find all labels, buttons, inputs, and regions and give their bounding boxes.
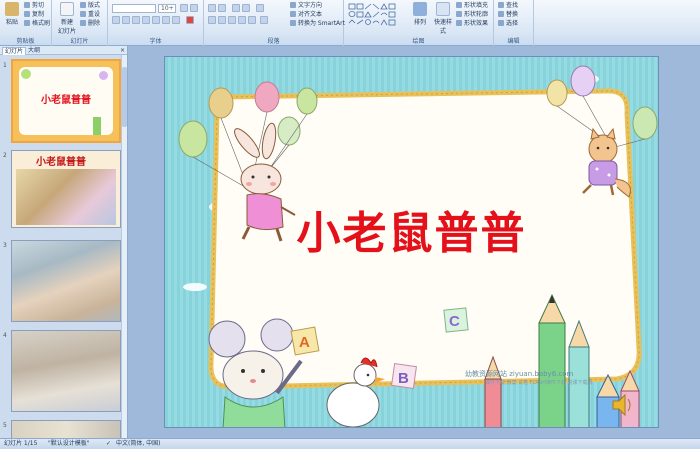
select-button[interactable]: 选择 xyxy=(498,20,518,28)
new-slide-icon xyxy=(60,2,74,16)
thumb-title: 小老鼠普普 xyxy=(36,157,86,168)
slide-thumbnail-2[interactable]: 小老鼠普普 xyxy=(11,150,121,228)
slide-canvas[interactable]: A B C 小老鼠普普 幼教资源网站 ziyuan.baby6.com 课件下载… xyxy=(164,56,659,428)
scrollbar-thumb[interactable] xyxy=(122,67,127,127)
shape-fill-button[interactable]: 形状填充 xyxy=(456,2,488,10)
font-family-select[interactable] xyxy=(112,4,156,13)
letter-block-b: B xyxy=(398,370,409,387)
arrange-button[interactable]: 排列 xyxy=(410,2,430,26)
font-size-select[interactable]: 10+ xyxy=(158,4,176,13)
columns-icon[interactable] xyxy=(260,16,268,24)
align-text-button[interactable]: 对齐文本 xyxy=(290,11,322,19)
find-button[interactable]: 查找 xyxy=(498,2,518,10)
watermark-subtext: 课件下载 教案 试卷 FLASH课件下载 说课下载网 xyxy=(485,380,593,386)
slide-workspace: A B C 小老鼠普普 幼教资源网站 ziyuan.baby6.com 课件下载… xyxy=(129,46,700,438)
letter-block-c: C xyxy=(449,313,460,330)
clipboard-group: 粘贴 剪切 复制 格式刷 剪贴板 xyxy=(0,0,52,46)
grow-font-icon[interactable] xyxy=(180,4,188,12)
drawing-label: 绘图 xyxy=(412,38,425,45)
paragraph-group: 文字方向 对齐文本 转换为 SmartArt 段落 xyxy=(204,0,345,46)
case-icon[interactable] xyxy=(172,16,180,24)
format-painter-button[interactable]: 格式刷 xyxy=(24,20,50,28)
drawing-group: 排列 快速样式 形状填充 形状轮廓 形状效果 绘图 xyxy=(344,0,494,46)
language-indicator: 中文(简体, 中国) xyxy=(116,440,161,447)
align-right-icon[interactable] xyxy=(228,16,236,24)
reset-button[interactable]: 重设 xyxy=(80,11,100,19)
shape-effects-button[interactable]: 形状效果 xyxy=(456,20,488,28)
font-color-icon[interactable] xyxy=(186,16,194,24)
letter-block-a: A xyxy=(299,334,310,351)
shrink-font-icon[interactable] xyxy=(190,4,198,12)
slide-count: 幻灯片 1/15 xyxy=(4,440,38,447)
shapes-gallery[interactable] xyxy=(348,3,404,29)
editing-group: 查找 替换 选择 编辑 xyxy=(494,0,534,46)
strikethrough-icon[interactable] xyxy=(142,16,150,24)
clipboard-label: 剪贴板 xyxy=(16,38,35,45)
line-spacing-icon[interactable] xyxy=(256,4,264,12)
arrange-icon xyxy=(413,2,427,16)
font-label: 字体 xyxy=(149,38,162,45)
font-group: 10+ 字体 xyxy=(108,0,204,46)
tab-outline[interactable]: 大纲 xyxy=(26,47,42,55)
increase-indent-icon[interactable] xyxy=(242,4,250,12)
underline-icon[interactable] xyxy=(132,16,140,24)
tab-slides[interactable]: 幻灯片 xyxy=(2,47,27,55)
italic-icon[interactable] xyxy=(122,16,130,24)
thumb-number: 4 xyxy=(3,332,7,339)
decrease-indent-icon[interactable] xyxy=(232,4,240,12)
thumb-number: 2 xyxy=(3,152,7,159)
thumb-number: 3 xyxy=(3,242,7,249)
slide-thumbnail-4[interactable] xyxy=(11,330,121,412)
distribute-icon[interactable] xyxy=(248,16,256,24)
thumb-number: 5 xyxy=(3,422,7,429)
thumb-title: 小老鼠普普 xyxy=(41,95,91,106)
bold-icon[interactable] xyxy=(112,16,120,24)
shape-outline-button[interactable]: 形状轮廓 xyxy=(456,11,488,19)
numbering-icon[interactable] xyxy=(218,4,226,12)
panel-scrollbar[interactable] xyxy=(121,55,127,438)
slides-panel: 幻灯片 大纲 × 1 小老鼠普普 2 小老鼠普普 3 4 5 xyxy=(0,46,128,438)
slide-thumbnail-1[interactable]: 小老鼠普普 xyxy=(11,59,121,143)
watermark-text: 幼教资源网站 ziyuan.baby6.com xyxy=(465,370,574,378)
bullets-icon[interactable] xyxy=(208,4,216,12)
copy-button[interactable]: 复制 xyxy=(24,11,44,19)
paste-icon xyxy=(5,2,19,16)
new-slide-button[interactable]: 新建 幻灯片 xyxy=(56,2,78,35)
delete-button[interactable]: 删除 xyxy=(80,20,100,28)
close-icon[interactable]: × xyxy=(120,47,125,54)
slide-thumbnail-3[interactable] xyxy=(11,240,121,322)
slides-label: 幻灯片 xyxy=(70,38,89,45)
status-bar: 幻灯片 1/15 "默认设计模板" ✓ 中文(简体, 中国) xyxy=(0,438,700,449)
quick-styles-button[interactable]: 快速样式 xyxy=(432,2,454,35)
replace-button[interactable]: 替换 xyxy=(498,11,518,19)
spacing-icon[interactable] xyxy=(162,16,170,24)
theme-name: "默认设计模板" xyxy=(48,440,90,447)
smartart-button[interactable]: 转换为 SmartArt xyxy=(290,20,345,28)
ribbon: 粘贴 剪切 复制 格式刷 剪贴板 新建 幻灯片 版式 重设 删除 幻灯片 10+… xyxy=(0,0,700,46)
align-left-icon[interactable] xyxy=(208,16,216,24)
quick-styles-icon xyxy=(436,2,450,16)
justify-icon[interactable] xyxy=(238,16,246,24)
layout-button[interactable]: 版式 xyxy=(80,2,100,10)
shadow-icon[interactable] xyxy=(152,16,160,24)
paragraph-label: 段落 xyxy=(267,38,280,45)
editing-label: 编辑 xyxy=(507,38,520,45)
slide-thumbnail-5[interactable] xyxy=(11,420,121,438)
slide-title[interactable]: 小老鼠普普 xyxy=(165,197,658,261)
panel-tabs: 幻灯片 大纲 × xyxy=(0,46,127,55)
align-center-icon[interactable] xyxy=(218,16,226,24)
thumb-number: 1 xyxy=(3,62,7,69)
spellcheck-icon[interactable]: ✓ xyxy=(106,439,111,449)
slides-group: 新建 幻灯片 版式 重设 删除 幻灯片 xyxy=(52,0,108,46)
text-direction-button[interactable]: 文字方向 xyxy=(290,2,322,10)
paste-button[interactable]: 粘贴 xyxy=(2,2,22,26)
cut-button[interactable]: 剪切 xyxy=(24,2,44,10)
